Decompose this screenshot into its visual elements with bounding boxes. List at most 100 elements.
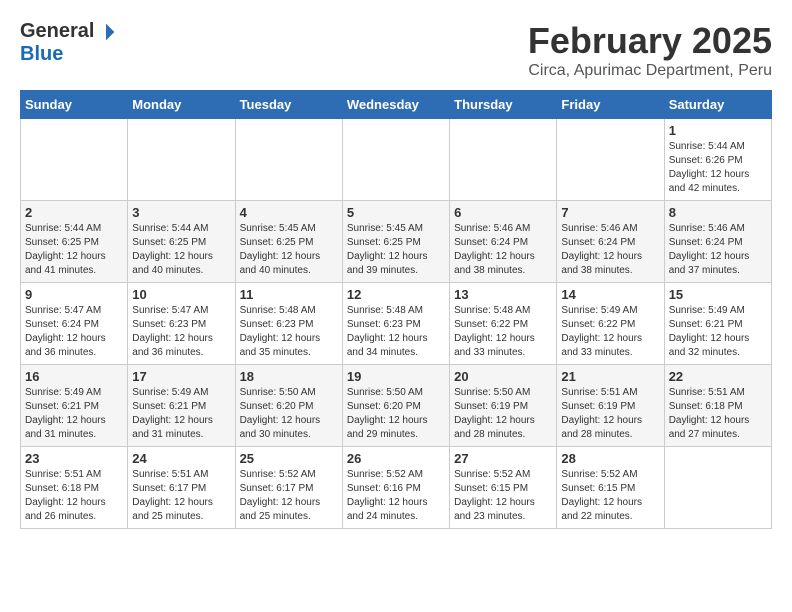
logo: General Blue (20, 20, 116, 66)
title-area: February 2025 Circa, Apurimac Department… (528, 20, 772, 80)
day-number: 17 (132, 369, 230, 384)
day-info: Sunrise: 5:46 AMSunset: 6:24 PMDaylight:… (669, 222, 767, 278)
day-number: 27 (454, 451, 552, 466)
day-cell: 14Sunrise: 5:49 AMSunset: 6:22 PMDayligh… (557, 283, 664, 365)
col-header-sunday: Sunday (21, 91, 128, 119)
day-info: Sunrise: 5:48 AMSunset: 6:22 PMDaylight:… (454, 304, 552, 360)
day-cell: 9 Sunrise: 5:47 AMSunset: 6:24 PMDaylight… (21, 283, 128, 365)
day-number: 20 (454, 369, 552, 384)
day-number: 25 (240, 451, 338, 466)
day-number: 3 (132, 205, 230, 220)
day-number: 11 (240, 287, 338, 302)
day-number: 18 (240, 369, 338, 384)
day-cell: 25 Sunrise: 5:52 AMSunset: 6:17 PMDayligh… (235, 447, 342, 529)
day-number: 16 (25, 369, 123, 384)
day-info: Sunrise: 5:50 AMSunset: 6:20 PMDaylight:… (240, 386, 338, 442)
day-number: 10 (132, 287, 230, 302)
sub-title: Circa, Apurimac Department, Peru (528, 62, 772, 80)
day-info: Sunrise: 5:44 AMSunset: 6:26 PMDaylight:… (669, 140, 767, 196)
logo-icon (96, 22, 116, 42)
day-cell: 7 Sunrise: 5:46 AMSunset: 6:24 PMDaylight… (557, 201, 664, 283)
day-info: Sunrise: 5:47 AMSunset: 6:24 PMDaylight:… (25, 304, 123, 360)
day-cell: 20 Sunrise: 5:50 AMSunset: 6:19 PMDayligh… (450, 365, 557, 447)
day-number: 26 (347, 451, 445, 466)
day-info: Sunrise: 5:46 AMSunset: 6:24 PMDaylight:… (454, 222, 552, 278)
day-number: 7 (561, 205, 659, 220)
day-info: Sunrise: 5:50 AMSunset: 6:20 PMDaylight:… (347, 386, 445, 442)
day-number: 1 (669, 123, 767, 138)
day-number: 5 (347, 205, 445, 220)
day-info: Sunrise: 5:51 AMSunset: 6:17 PMDaylight:… (132, 468, 230, 524)
day-cell (664, 447, 771, 529)
day-cell: 11 Sunrise: 5:48 AMSunset: 6:23 PMDayligh… (235, 283, 342, 365)
col-header-thursday: Thursday (450, 91, 557, 119)
day-number: 23 (25, 451, 123, 466)
day-number: 12 (347, 287, 445, 302)
day-number: 22 (669, 369, 767, 384)
day-number: 9 (25, 287, 123, 302)
day-cell: 18 Sunrise: 5:50 AMSunset: 6:20 PMDayligh… (235, 365, 342, 447)
day-cell: 19 Sunrise: 5:50 AMSunset: 6:20 PMDayligh… (342, 365, 449, 447)
day-cell: 15 Sunrise: 5:49 AMSunset: 6:21 PMDayligh… (664, 283, 771, 365)
col-header-monday: Monday (128, 91, 235, 119)
day-info: Sunrise: 5:49 AMSunset: 6:21 PMDaylight:… (669, 304, 767, 360)
day-number: 4 (240, 205, 338, 220)
day-number: 24 (132, 451, 230, 466)
week-row-2: 2Sunrise: 5:44 AMSunset: 6:25 PMDaylight… (21, 201, 772, 283)
day-cell (235, 119, 342, 201)
day-cell: 26 Sunrise: 5:52 AMSunset: 6:16 PMDayligh… (342, 447, 449, 529)
col-header-tuesday: Tuesday (235, 91, 342, 119)
day-info: Sunrise: 5:44 AMSunset: 6:25 PMDaylight:… (132, 222, 230, 278)
calendar-header-row: SundayMondayTuesdayWednesdayThursdayFrid… (21, 91, 772, 119)
week-row-4: 16 Sunrise: 5:49 AMSunset: 6:21 PMDayligh… (21, 365, 772, 447)
day-cell: 17 Sunrise: 5:49 AMSunset: 6:21 PMDayligh… (128, 365, 235, 447)
col-header-friday: Friday (557, 91, 664, 119)
day-cell: 24 Sunrise: 5:51 AMSunset: 6:17 PMDayligh… (128, 447, 235, 529)
logo-general-text: General (20, 20, 94, 43)
day-cell: 6 Sunrise: 5:46 AMSunset: 6:24 PMDaylight… (450, 201, 557, 283)
day-info: Sunrise: 5:45 AMSunset: 6:25 PMDaylight:… (240, 222, 338, 278)
day-info: Sunrise: 5:51 AMSunset: 6:19 PMDaylight:… (561, 386, 659, 442)
day-number: 13 (454, 287, 552, 302)
day-info: Sunrise: 5:45 AMSunset: 6:25 PMDaylight:… (347, 222, 445, 278)
day-info: Sunrise: 5:47 AMSunset: 6:23 PMDaylight:… (132, 304, 230, 360)
day-cell (21, 119, 128, 201)
day-cell (342, 119, 449, 201)
day-info: Sunrise: 5:52 AMSunset: 6:16 PMDaylight:… (347, 468, 445, 524)
day-cell: 8Sunrise: 5:46 AMSunset: 6:24 PMDaylight… (664, 201, 771, 283)
day-info: Sunrise: 5:48 AMSunset: 6:23 PMDaylight:… (347, 304, 445, 360)
day-info: Sunrise: 5:50 AMSunset: 6:19 PMDaylight:… (454, 386, 552, 442)
day-info: Sunrise: 5:52 AMSunset: 6:17 PMDaylight:… (240, 468, 338, 524)
day-cell: 13 Sunrise: 5:48 AMSunset: 6:22 PMDayligh… (450, 283, 557, 365)
day-info: Sunrise: 5:48 AMSunset: 6:23 PMDaylight:… (240, 304, 338, 360)
day-cell (128, 119, 235, 201)
day-cell: 2Sunrise: 5:44 AMSunset: 6:25 PMDaylight… (21, 201, 128, 283)
day-cell: 1 Sunrise: 5:44 AMSunset: 6:26 PMDaylight… (664, 119, 771, 201)
day-cell: 27Sunrise: 5:52 AMSunset: 6:15 PMDayligh… (450, 447, 557, 529)
day-cell: 3 Sunrise: 5:44 AMSunset: 6:25 PMDaylight… (128, 201, 235, 283)
day-info: Sunrise: 5:49 AMSunset: 6:21 PMDaylight:… (25, 386, 123, 442)
day-cell: 10 Sunrise: 5:47 AMSunset: 6:23 PMDayligh… (128, 283, 235, 365)
day-info: Sunrise: 5:51 AMSunset: 6:18 PMDaylight:… (669, 386, 767, 442)
day-number: 19 (347, 369, 445, 384)
day-cell: 23Sunrise: 5:51 AMSunset: 6:18 PMDayligh… (21, 447, 128, 529)
day-cell (557, 119, 664, 201)
calendar-table: SundayMondayTuesdayWednesdayThursdayFrid… (20, 90, 772, 529)
day-cell: 4 Sunrise: 5:45 AMSunset: 6:25 PMDaylight… (235, 201, 342, 283)
week-row-1: 1 Sunrise: 5:44 AMSunset: 6:26 PMDaylight… (21, 119, 772, 201)
day-cell: 12 Sunrise: 5:48 AMSunset: 6:23 PMDayligh… (342, 283, 449, 365)
day-cell: 22 Sunrise: 5:51 AMSunset: 6:18 PMDayligh… (664, 365, 771, 447)
day-info: Sunrise: 5:46 AMSunset: 6:24 PMDaylight:… (561, 222, 659, 278)
day-info: Sunrise: 5:49 AMSunset: 6:21 PMDaylight:… (132, 386, 230, 442)
day-number: 28 (561, 451, 659, 466)
day-cell: 16 Sunrise: 5:49 AMSunset: 6:21 PMDayligh… (21, 365, 128, 447)
day-cell: 21Sunrise: 5:51 AMSunset: 6:19 PMDayligh… (557, 365, 664, 447)
day-info: Sunrise: 5:52 AMSunset: 6:15 PMDaylight:… (561, 468, 659, 524)
day-number: 15 (669, 287, 767, 302)
week-row-3: 9 Sunrise: 5:47 AMSunset: 6:24 PMDaylight… (21, 283, 772, 365)
col-header-wednesday: Wednesday (342, 91, 449, 119)
day-cell (450, 119, 557, 201)
day-number: 6 (454, 205, 552, 220)
page-header: General Blue February 2025 Circa, Apurim… (20, 20, 772, 80)
day-number: 14 (561, 287, 659, 302)
